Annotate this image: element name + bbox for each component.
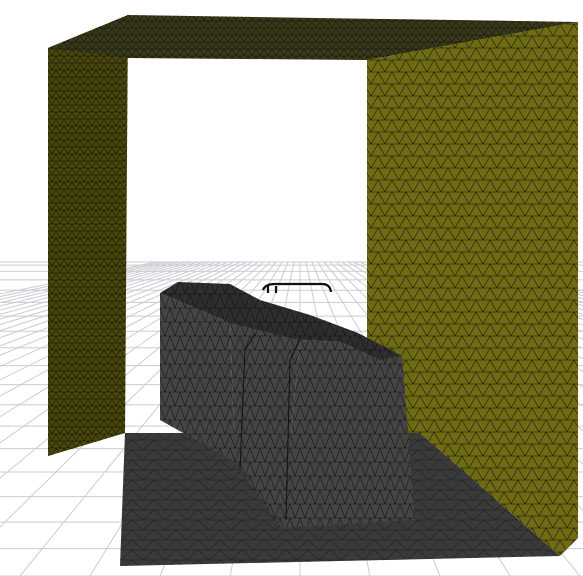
mesh-viewport[interactable] (0, 0, 583, 576)
left-wall (48, 15, 128, 456)
mesh-scene[interactable] (0, 0, 583, 576)
support-fixture (261, 282, 333, 293)
